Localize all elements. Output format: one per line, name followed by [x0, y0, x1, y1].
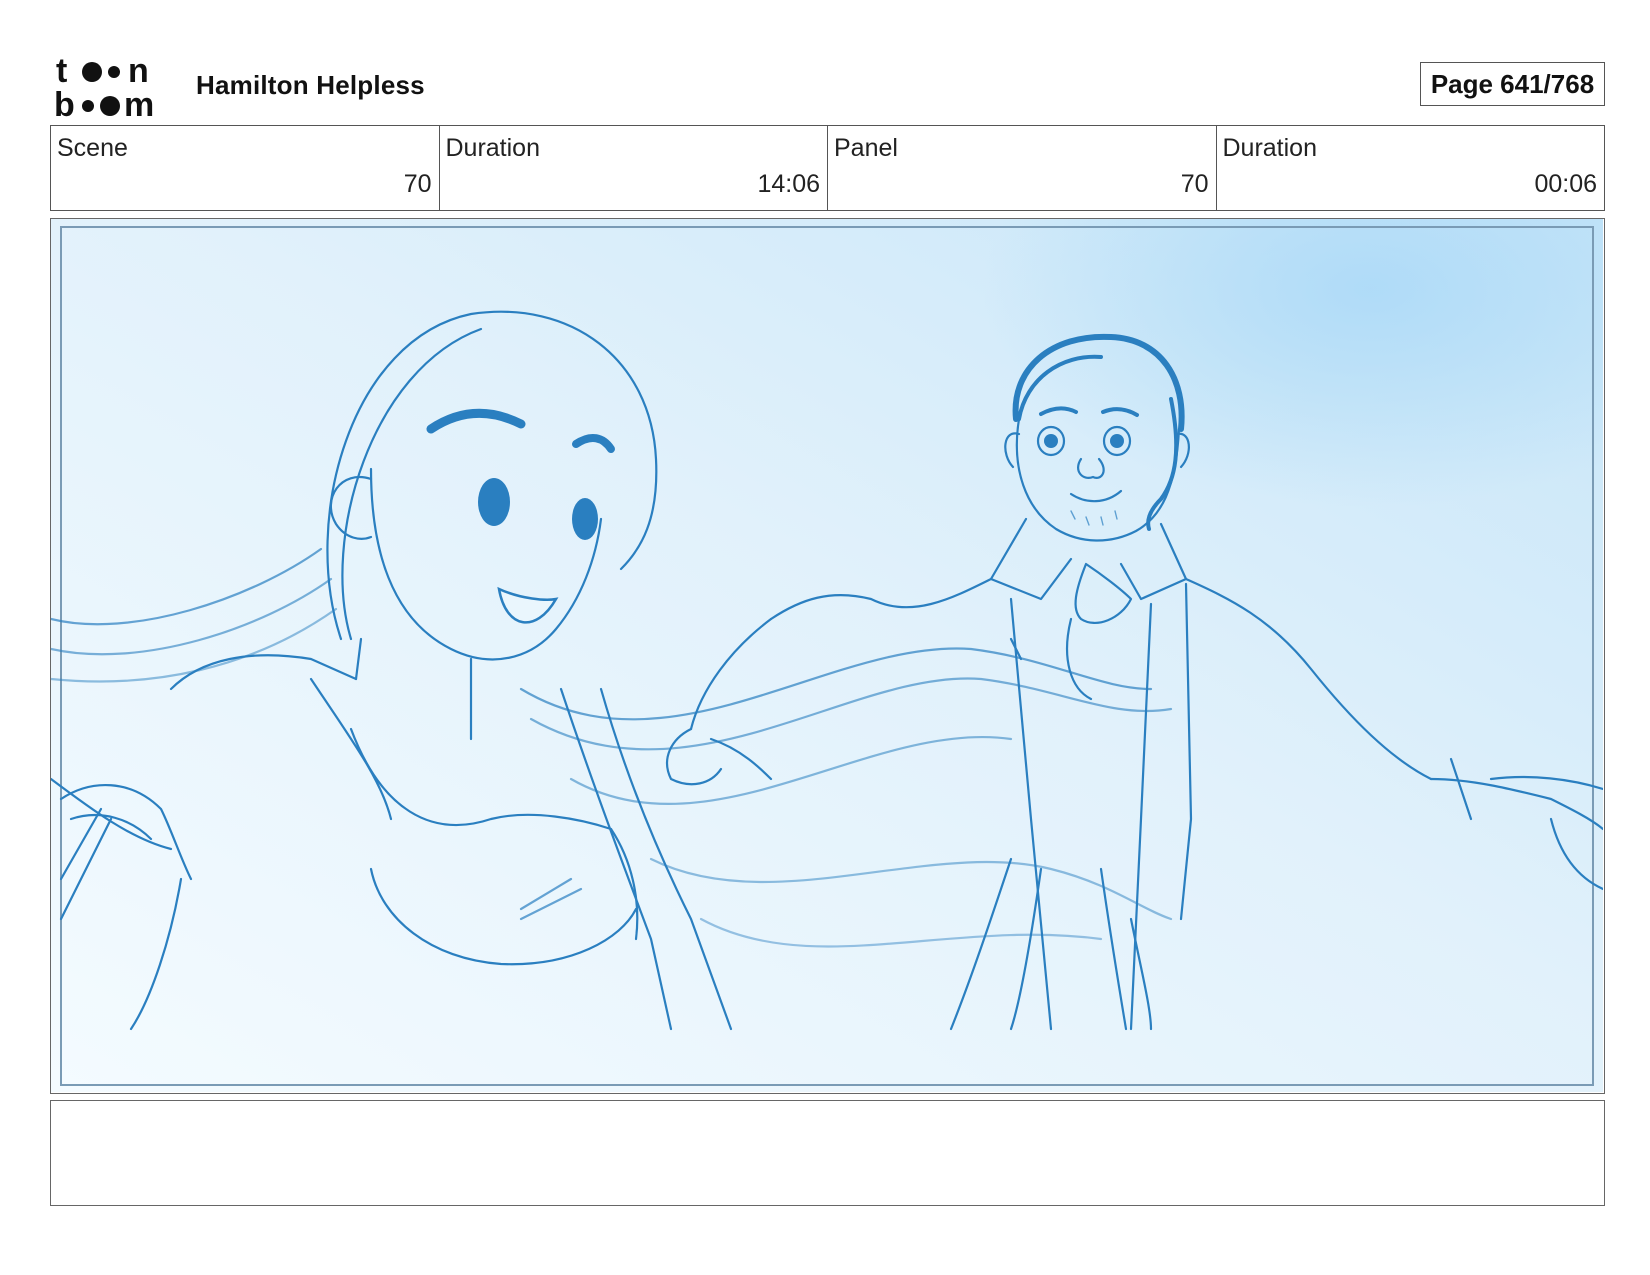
- panel-duration-label: Duration: [1222, 134, 1318, 162]
- scene-value: 70: [403, 170, 432, 198]
- storyboard-panel: [50, 218, 1605, 1094]
- panel-sketch-image: [51, 219, 1603, 1092]
- panel-duration-cell: Duration 00:06: [1217, 126, 1605, 210]
- svg-text:b: b: [54, 86, 75, 118]
- toon-boom-logo: t n b m: [54, 52, 174, 124]
- page-indicator: Page 641/768: [1420, 62, 1605, 106]
- panel-notes-box: [50, 1100, 1605, 1206]
- panel-label: Panel: [834, 134, 898, 162]
- scene-label: Scene: [57, 134, 128, 162]
- svg-text:t: t: [56, 52, 67, 90]
- project-title: Hamilton Helpless: [196, 70, 425, 100]
- scene-duration-value: 14:06: [757, 170, 820, 198]
- svg-text:m: m: [124, 86, 154, 118]
- panel-cell: Panel 70: [828, 126, 1217, 210]
- panel-value: 70: [1180, 170, 1209, 198]
- panel-info-table: Scene 70 Duration 14:06 Panel 70 Duratio…: [50, 125, 1605, 211]
- svg-text:n: n: [128, 52, 149, 90]
- scene-duration-cell: Duration 14:06: [440, 126, 828, 210]
- scene-cell: Scene 70: [51, 126, 440, 210]
- panel-duration-value: 00:06: [1534, 170, 1597, 198]
- scene-duration-label: Duration: [445, 134, 541, 162]
